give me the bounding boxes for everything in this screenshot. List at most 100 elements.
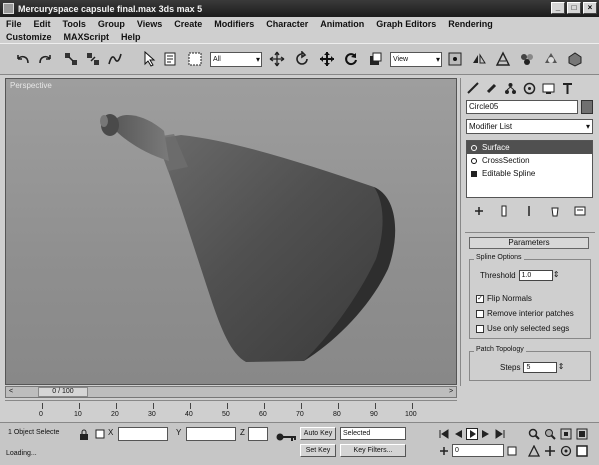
- render-scene-icon[interactable]: [542, 50, 560, 68]
- show-end-result-icon[interactable]: [498, 205, 511, 218]
- menu-animation[interactable]: Animation: [320, 19, 364, 29]
- arc-rotate-icon[interactable]: [560, 445, 572, 457]
- object-name-field[interactable]: Circle05: [466, 100, 578, 114]
- close-button[interactable]: ×: [583, 2, 597, 14]
- bulb-icon[interactable]: [471, 144, 477, 151]
- configure-modifier-sets-icon[interactable]: [574, 205, 587, 218]
- reference-coordinate-dropdown[interactable]: View: [390, 52, 442, 67]
- menu-customize[interactable]: Customize: [6, 32, 52, 42]
- redo-icon[interactable]: [36, 50, 54, 68]
- object-color-swatch[interactable]: [581, 100, 593, 114]
- stack-item-editable-spline[interactable]: Editable Spline: [467, 167, 592, 180]
- maximize-button[interactable]: □: [567, 2, 581, 14]
- key-filters-button[interactable]: Key Filters...: [340, 444, 406, 457]
- z-coordinate-field[interactable]: [248, 427, 268, 441]
- scale-icon[interactable]: [366, 50, 384, 68]
- key-mode-dropdown[interactable]: Selected: [340, 427, 406, 440]
- select-object-icon[interactable]: [140, 50, 158, 68]
- auto-key-button[interactable]: Auto Key: [300, 427, 336, 440]
- next-key-icon[interactable]: [480, 428, 492, 440]
- go-to-start-icon[interactable]: [438, 428, 450, 440]
- x-coordinate-field[interactable]: [118, 427, 168, 441]
- remove-modifier-icon[interactable]: [548, 205, 561, 218]
- motion-tab-icon[interactable]: [522, 81, 537, 96]
- use-selected-checkbox[interactable]: [476, 324, 484, 333]
- menu-rendering[interactable]: Rendering: [448, 19, 493, 29]
- next-frame-icon[interactable]: >: [446, 387, 456, 397]
- zoom-extents-icon[interactable]: [560, 428, 572, 440]
- quick-render-icon[interactable]: [566, 50, 584, 68]
- time-slider[interactable]: < 0 / 100 >: [5, 386, 457, 398]
- threshold-spinner[interactable]: 1.0: [518, 270, 560, 281]
- select-and-link-icon[interactable]: [62, 50, 80, 68]
- field-of-view-icon[interactable]: [528, 445, 540, 457]
- modify-tab-icon[interactable]: [484, 81, 499, 96]
- app-icon[interactable]: [3, 3, 14, 14]
- menu-create[interactable]: Create: [174, 19, 202, 29]
- create-tab-icon[interactable]: [465, 81, 480, 96]
- zoom-all-icon[interactable]: [544, 428, 556, 440]
- menu-views[interactable]: Views: [137, 19, 162, 29]
- mirror-icon[interactable]: [470, 50, 488, 68]
- stack-item-surface[interactable]: Surface: [467, 141, 592, 154]
- steps-spinner[interactable]: 5: [523, 362, 564, 373]
- menu-group[interactable]: Group: [98, 19, 125, 29]
- display-tab-icon[interactable]: [541, 81, 556, 96]
- utilities-tab-icon[interactable]: [560, 81, 575, 96]
- material-editor-icon[interactable]: [518, 50, 536, 68]
- menu-maxscript[interactable]: MAXScript: [64, 32, 110, 42]
- key-mode-toggle-icon[interactable]: [438, 445, 450, 457]
- time-slider-thumb[interactable]: 0 / 100: [38, 387, 88, 397]
- absolute-mode-icon[interactable]: [94, 428, 106, 440]
- current-frame-field[interactable]: 0: [452, 444, 504, 457]
- flip-normals-row[interactable]: ✓ Flip Normals: [476, 294, 532, 303]
- set-key-button[interactable]: Set Key: [300, 444, 336, 457]
- minimize-button[interactable]: _: [551, 2, 565, 14]
- align-icon[interactable]: [494, 50, 512, 68]
- menu-edit[interactable]: Edit: [34, 19, 51, 29]
- y-coordinate-field[interactable]: [186, 427, 236, 441]
- make-unique-icon[interactable]: [523, 205, 536, 218]
- stack-item-crosssection[interactable]: CrossSection: [467, 154, 592, 167]
- unlink-selection-icon[interactable]: [84, 50, 102, 68]
- pin-stack-icon[interactable]: [472, 205, 485, 218]
- rollout-title[interactable]: Parameters: [469, 237, 589, 249]
- menu-file[interactable]: File: [6, 19, 22, 29]
- select-and-move-icon[interactable]: [268, 50, 286, 68]
- play-icon[interactable]: [466, 428, 478, 440]
- select-by-name-icon[interactable]: [162, 50, 180, 68]
- zoom-extents-all-icon[interactable]: [576, 428, 588, 440]
- time-configuration-icon[interactable]: [506, 445, 518, 457]
- rectangular-selection-icon[interactable]: [186, 50, 204, 68]
- menu-character[interactable]: Character: [266, 19, 308, 29]
- perspective-viewport[interactable]: Perspective: [5, 78, 457, 385]
- remove-interior-checkbox[interactable]: [476, 309, 484, 318]
- zoom-icon[interactable]: [528, 428, 540, 440]
- bulb-icon[interactable]: [471, 157, 477, 164]
- menu-help[interactable]: Help: [121, 32, 141, 42]
- modifier-list-dropdown[interactable]: Modifier List: [466, 119, 593, 134]
- undo-icon[interactable]: [14, 50, 32, 68]
- use-selected-row[interactable]: Use only selected segs: [476, 324, 569, 333]
- go-to-end-icon[interactable]: [494, 428, 506, 440]
- flip-normals-checkbox[interactable]: ✓: [476, 294, 484, 303]
- menu-tools[interactable]: Tools: [63, 19, 86, 29]
- select-and-rotate-icon[interactable]: [293, 50, 311, 68]
- tick-label: 60: [259, 411, 267, 418]
- move-icon[interactable]: [318, 50, 336, 68]
- pan-icon[interactable]: [544, 445, 556, 457]
- pivot-point-icon[interactable]: [446, 50, 464, 68]
- bind-space-warp-icon[interactable]: [106, 50, 124, 68]
- rotate-icon[interactable]: [342, 50, 360, 68]
- key-icon[interactable]: [276, 431, 298, 443]
- track-bar[interactable]: 0 10 20 30 40 50 60 70 80 90 100: [5, 400, 457, 422]
- previous-frame-icon[interactable]: <: [6, 387, 16, 397]
- selection-filter-dropdown[interactable]: All: [210, 52, 262, 67]
- remove-interior-row[interactable]: Remove interior patches: [476, 309, 574, 318]
- menu-graph-editors[interactable]: Graph Editors: [376, 19, 436, 29]
- hierarchy-tab-icon[interactable]: [503, 81, 518, 96]
- menu-modifiers[interactable]: Modifiers: [214, 19, 254, 29]
- lock-icon[interactable]: [78, 428, 90, 440]
- maximize-viewport-icon[interactable]: [576, 445, 588, 457]
- previous-key-icon[interactable]: [452, 428, 464, 440]
